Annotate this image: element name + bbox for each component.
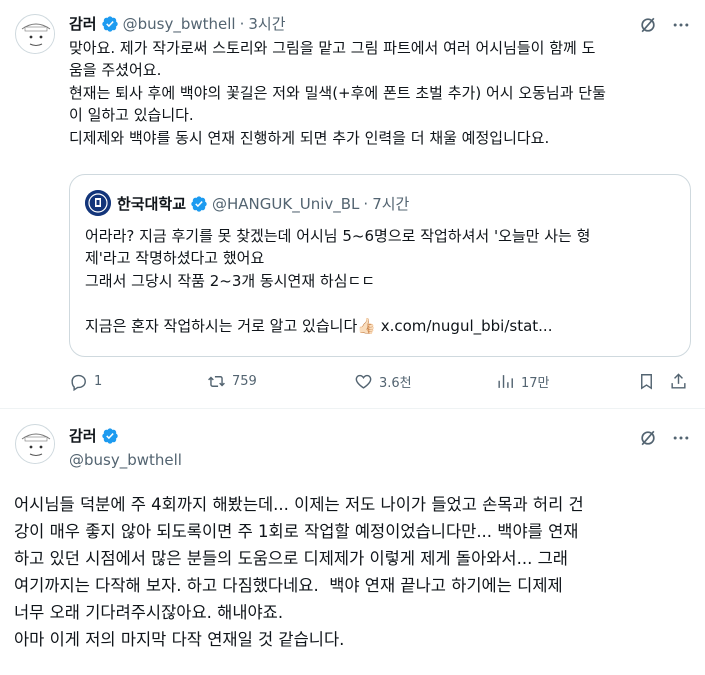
quote-text: 어라라? 지금 후기를 못 찾겠는데 어시님 5~6명으로 작업하셔서 '오늘만…: [85, 225, 685, 337]
verified-badge-icon: [101, 427, 118, 444]
bookmark-icon: [641, 374, 652, 390]
quote-author-handle: @HANGUK_Univ_BL: [212, 194, 360, 213]
repost-button[interactable]: 759: [207, 372, 257, 391]
separator: ·: [363, 194, 369, 213]
quote-link[interactable]: x.com/nugul_bbi/stat...: [381, 317, 553, 335]
tweet-divider: [0, 408, 705, 409]
quote-author-name: 한국대학교: [117, 195, 187, 213]
action-bar: 1 759 3.6천 17만: [69, 372, 691, 396]
views-count: 17만: [521, 376, 550, 391]
tweet-header: 감러: [69, 425, 119, 446]
separator: ·: [239, 14, 245, 33]
author-name[interactable]: 감러: [69, 425, 97, 446]
verified-badge-icon: [101, 15, 118, 32]
author-name[interactable]: 감러: [69, 13, 97, 34]
timestamp[interactable]: 3시간: [248, 13, 285, 34]
like-button[interactable]: 3.6천: [354, 372, 412, 391]
views-icon: [498, 375, 513, 388]
author-avatar[interactable]: [15, 14, 55, 54]
grok-icon[interactable]: [637, 14, 659, 36]
verified-badge-icon: [191, 195, 207, 212]
like-count: 3.6천: [379, 376, 412, 391]
quote-timestamp: 7시간: [372, 195, 410, 213]
more-icon[interactable]: [670, 427, 692, 449]
views-button[interactable]: 17만: [496, 372, 550, 391]
share-button[interactable]: [669, 372, 688, 391]
quoted-tweet-card[interactable]: 한국대학교 @HANGUK_Univ_BL · 7시간 어라라? 지금 후기를 …: [69, 174, 691, 357]
reply-icon: [71, 374, 86, 391]
share-icon: [671, 373, 686, 389]
bookmark-button[interactable]: [637, 372, 656, 391]
quote-author-avatar[interactable]: [85, 190, 111, 216]
more-icon[interactable]: [670, 14, 692, 36]
like-icon: [355, 374, 372, 389]
tweet-header: 감러 @busy_bwthell · 3시간: [69, 13, 286, 34]
repost-icon: [208, 376, 225, 387]
quote-header: 한국대학교 @HANGUK_Univ_BL · 7시간: [117, 193, 409, 214]
repost-count: 759: [232, 374, 257, 389]
author-avatar[interactable]: [15, 424, 55, 464]
author-handle[interactable]: @busy_bwthell: [123, 15, 236, 33]
reply-button[interactable]: 1: [69, 372, 102, 391]
author-handle[interactable]: @busy_bwthell: [69, 451, 182, 469]
grok-icon[interactable]: [637, 427, 659, 449]
tweet-text: 어시님들 덕분에 주 4회까지 해봤는데... 이제는 저도 나이가 들었고 손…: [14, 495, 584, 649]
reply-count: 1: [94, 374, 103, 389]
tweet-text: 맞아요. 제가 작가로써 스토리와 그림을 맡고 그림 파트에서 여러 어시님들…: [69, 39, 606, 147]
